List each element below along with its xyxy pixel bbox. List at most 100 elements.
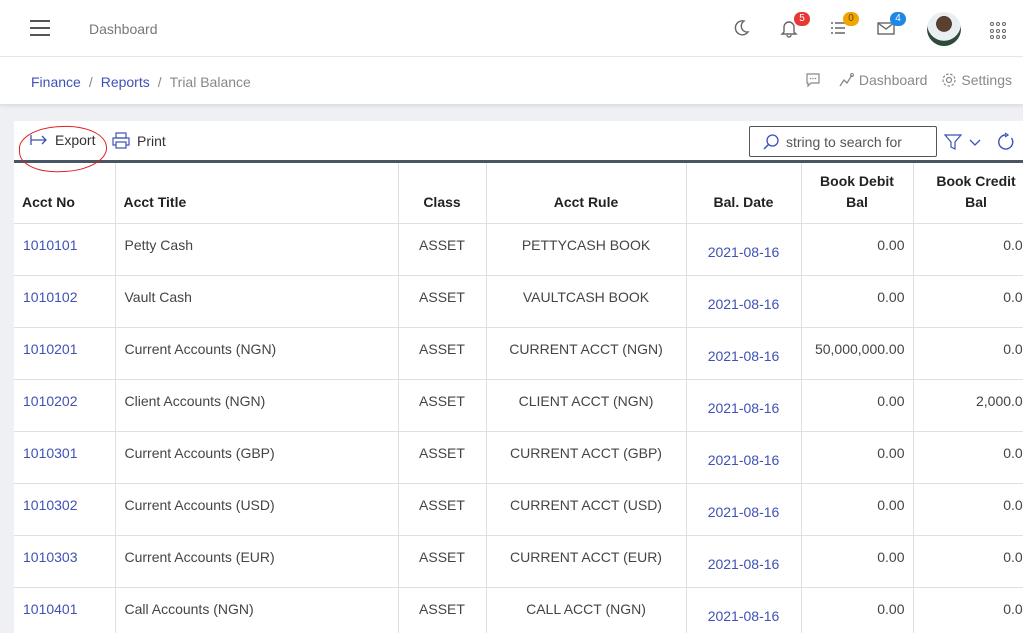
cell-bal-date[interactable]: 2021-08-16	[686, 587, 802, 633]
cell-acct-title: Current Accounts (NGN)	[115, 327, 399, 380]
dashboard-link-label: Dashboard	[858, 72, 928, 88]
cell-class: ASSET	[398, 223, 487, 276]
cell-acct-title: Current Accounts (GBP)	[115, 431, 399, 484]
search-icon	[763, 133, 779, 150]
page-title: Dashboard	[89, 21, 158, 37]
apps-grid-icon[interactable]	[990, 22, 1008, 40]
cell-acct-no[interactable]: 1010301	[14, 431, 116, 484]
breadcrumb-reports[interactable]: Reports	[101, 74, 150, 90]
table-row[interactable]: 1010302 Current Accounts (USD) ASSET CURREN…	[14, 483, 1023, 536]
cell-bal-date[interactable]: 2021-08-16	[686, 483, 802, 536]
cell-bal-date[interactable]: 2021-08-16	[686, 535, 802, 588]
table-row[interactable]: 1010202 Client Accounts (NGN) ASSET CLIENT …	[14, 379, 1023, 432]
cell-acct-title: Client Accounts (NGN)	[115, 379, 399, 432]
print-button-label: Print	[137, 132, 166, 149]
col-header-bal-date[interactable]: Bal. Date	[686, 163, 802, 224]
cell-acct-no[interactable]: 1010202	[14, 379, 116, 432]
breadcrumb-bar: Finance / Reports / Trial Balance Dashboard …	[0, 57, 1023, 105]
cell-acct-no[interactable]: 1010401	[14, 587, 116, 633]
search-placeholder: string to search for	[786, 133, 902, 150]
table-row[interactable]: 1010303 Current Accounts (EUR) ASSET CURREN…	[14, 535, 1023, 588]
cell-book-debit-bal: 50,000,000.00	[801, 327, 914, 380]
print-button[interactable]: Print	[112, 132, 166, 149]
settings-link[interactable]: Settings	[941, 72, 1012, 88]
cell-book-credit-bal: 2,000.00	[913, 379, 1023, 432]
cell-acct-title: Call Accounts (NGN)	[115, 587, 399, 633]
filter-dropdown[interactable]	[944, 133, 982, 151]
col-header-book-credit-bal[interactable]: Book Credit Bal	[913, 163, 1023, 224]
cell-acct-rule: PETTYCASH BOOK	[486, 223, 687, 276]
notifications-badge: 5	[794, 12, 810, 26]
tasks-list-icon[interactable]: 0	[829, 12, 859, 40]
table-row[interactable]: 1010201 Current Accounts (NGN) ASSET CURREN…	[14, 327, 1023, 380]
table-row[interactable]: 1010102 Vault Cash ASSET VAULTCASH BOOK 2021…	[14, 275, 1023, 328]
cell-book-debit-bal: 0.00	[801, 431, 914, 484]
export-arrow-icon	[30, 135, 47, 145]
table-header-row: Acct No Acct Title Class Acct Rule Bal. …	[14, 163, 1023, 224]
messages-envelope-icon[interactable]: 4	[876, 12, 906, 40]
trial-balance-table: Acct No Acct Title Class Acct Rule Bal. …	[14, 163, 1023, 633]
cell-class: ASSET	[398, 379, 487, 432]
cell-acct-no[interactable]: 1010101	[14, 223, 116, 276]
cell-class: ASSET	[398, 275, 487, 328]
cell-book-debit-bal: 0.00	[801, 379, 914, 432]
cell-book-credit-bal: 0.00	[913, 483, 1023, 536]
breadcrumb: Finance / Reports / Trial Balance	[31, 74, 251, 90]
col-header-book-credit-line2: Bal	[965, 193, 987, 210]
col-header-book-debit-bal[interactable]: Book Debit Bal	[801, 163, 914, 224]
breadcrumb-finance[interactable]: Finance	[31, 74, 81, 90]
cell-book-debit-bal: 0.00	[801, 275, 914, 328]
cell-acct-no[interactable]: 1010303	[14, 535, 116, 588]
user-avatar[interactable]	[927, 12, 961, 46]
cell-book-credit-bal: 0.00	[913, 535, 1023, 588]
trend-icon	[839, 73, 854, 87]
cell-acct-rule: CURRENT ACCT (NGN)	[486, 327, 687, 380]
cell-class: ASSET	[398, 535, 487, 588]
cell-acct-rule: CURRENT ACCT (EUR)	[486, 535, 687, 588]
col-header-acct-title[interactable]: Acct Title	[115, 163, 399, 224]
cell-acct-title: Current Accounts (USD)	[115, 483, 399, 536]
cell-acct-rule: CURRENT ACCT (GBP)	[486, 431, 687, 484]
col-header-acct-rule[interactable]: Acct Rule	[486, 163, 687, 224]
cell-acct-title: Petty Cash	[115, 223, 399, 276]
top-bar: Dashboard 5 0 4	[0, 0, 1023, 57]
cell-bal-date[interactable]: 2021-08-16	[686, 223, 802, 276]
cell-class: ASSET	[398, 483, 487, 536]
breadcrumb-separator: /	[157, 74, 162, 90]
cell-book-credit-bal: 0.00	[913, 431, 1023, 484]
cell-acct-no[interactable]: 1010102	[14, 275, 116, 328]
cell-bal-date[interactable]: 2021-08-16	[686, 379, 802, 432]
table-row[interactable]: 1010401 Call Accounts (NGN) ASSET CALL ACCT…	[14, 587, 1023, 633]
export-button-label: Export	[55, 132, 96, 148]
cell-acct-no[interactable]: 1010302	[14, 483, 116, 536]
cell-class: ASSET	[398, 431, 487, 484]
tasks-badge: 0	[843, 12, 859, 26]
messages-badge: 4	[890, 12, 906, 26]
menu-icon[interactable]	[30, 20, 50, 36]
export-button[interactable]: Export	[30, 132, 95, 148]
cell-acct-no[interactable]: 1010201	[14, 327, 116, 380]
breadcrumb-separator: /	[88, 74, 93, 90]
dashboard-link[interactable]: Dashboard	[839, 72, 928, 88]
cell-acct-rule: VAULTCASH BOOK	[486, 275, 687, 328]
cell-book-credit-bal: 0.00	[913, 327, 1023, 380]
chat-button[interactable]	[805, 72, 825, 88]
cell-bal-date[interactable]: 2021-08-16	[686, 275, 802, 328]
printer-icon	[112, 132, 130, 149]
cell-bal-date[interactable]: 2021-08-16	[686, 327, 802, 380]
cell-book-debit-bal: 0.00	[801, 535, 914, 588]
col-header-acct-no[interactable]: Acct No	[14, 163, 116, 224]
notifications-bell-icon[interactable]: 5	[780, 12, 810, 40]
filter-funnel-icon	[944, 134, 962, 150]
cell-class: ASSET	[398, 587, 487, 633]
col-header-book-credit-line1: Book Credit	[936, 172, 1016, 189]
cell-bal-date[interactable]: 2021-08-16	[686, 431, 802, 484]
search-input[interactable]: string to search for	[749, 126, 937, 157]
table-row[interactable]: 1010101 Petty Cash ASSET PETTYCASH BOOK 2021…	[14, 223, 1023, 276]
gear-icon	[942, 73, 957, 87]
refresh-button[interactable]	[996, 132, 1016, 157]
dark-mode-moon-icon[interactable]	[731, 18, 753, 40]
col-header-book-debit-line1: Book Debit	[820, 172, 894, 189]
table-row[interactable]: 1010301 Current Accounts (GBP) ASSET CURREN…	[14, 431, 1023, 484]
col-header-class[interactable]: Class	[398, 163, 487, 224]
